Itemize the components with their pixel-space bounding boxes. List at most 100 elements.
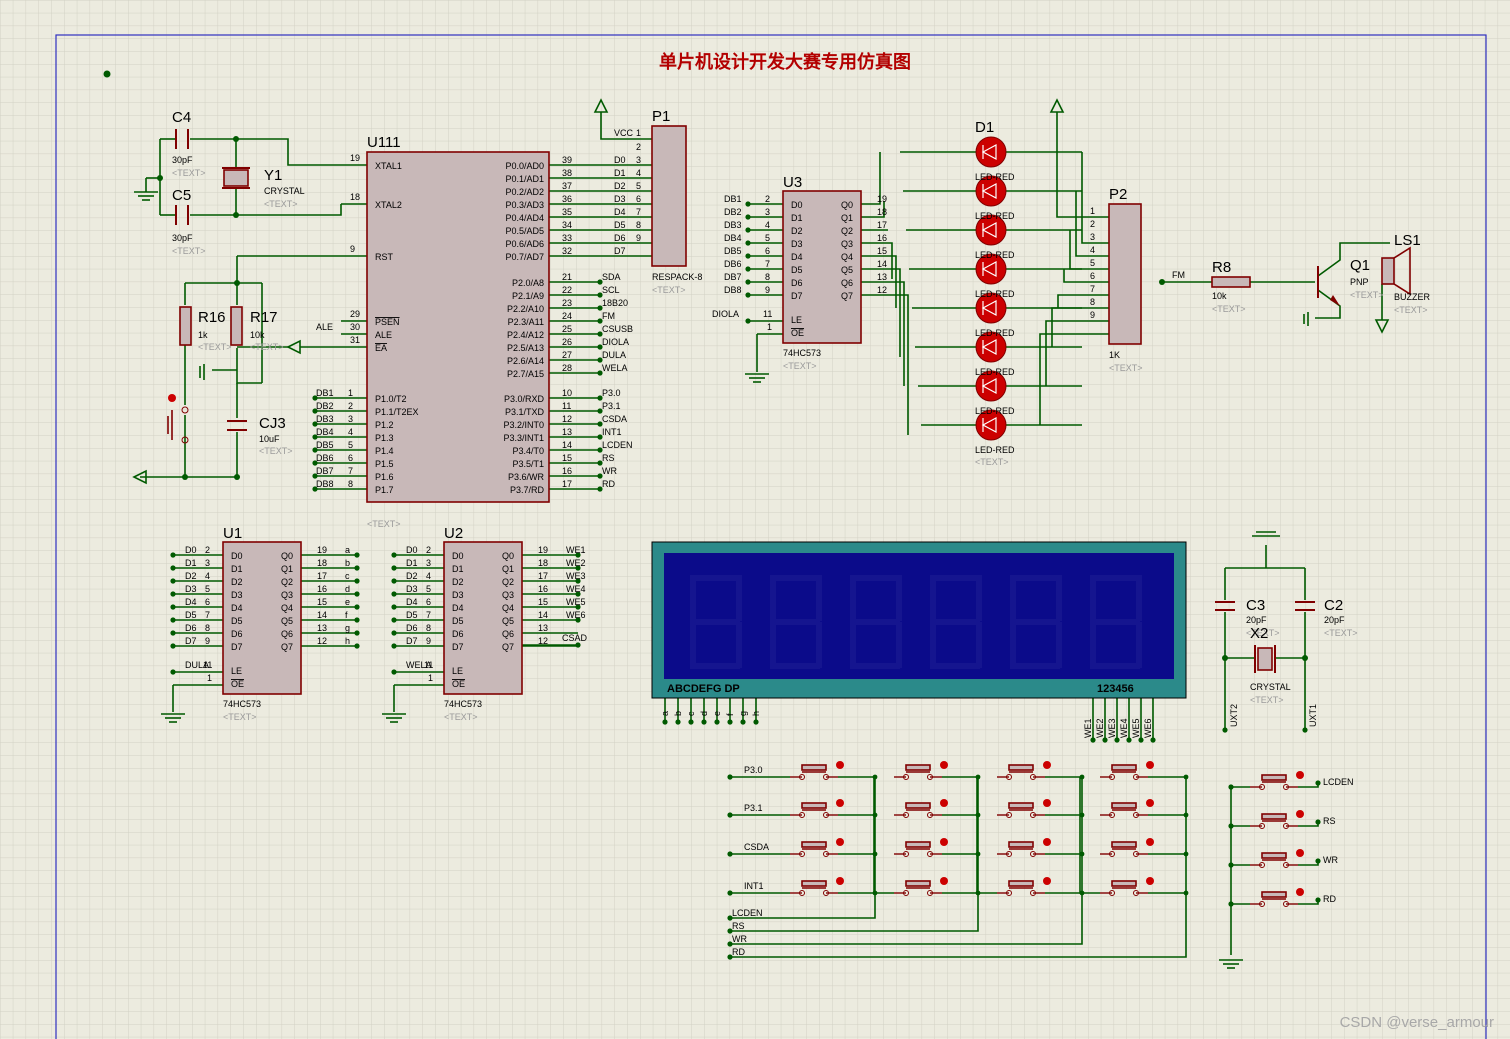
junction [1222,727,1228,733]
net-label: DIOLA [602,337,629,347]
led-value: LED-RED [975,328,1015,338]
p1-pin-num: 2 [636,142,641,152]
digit-segment [770,575,776,621]
latch-pin-num: 6 [205,597,210,607]
junction [1079,890,1085,896]
junction [745,240,751,246]
latch-pin-num: 2 [205,545,210,555]
junction [354,591,360,597]
mcu-pin-num: 38 [562,168,572,178]
junction [975,812,981,818]
latch-pin-name: Q6 [841,278,853,288]
side-key-label: RS [1323,816,1336,826]
latch-oe: OE [791,328,804,338]
c4-value: 30pF [172,155,193,165]
text-placeholder: <TEXT> [1212,304,1246,314]
junction [727,774,733,780]
digit-segment [850,575,900,581]
latch-pin-num: 2 [765,194,770,204]
latch-pin-num: 14 [538,610,548,620]
latch-le: LE [452,666,463,676]
text-placeholder: <TEXT> [198,342,232,352]
led-value: LED-RED [975,172,1015,182]
p2-pin-num: 8 [1090,297,1095,307]
cj3-ref: CJ3 [259,415,286,432]
junction [157,175,163,181]
mcu-pin-num: 19 [350,153,360,163]
display-seg-pin: h [751,711,761,716]
digit-segment [1090,619,1140,625]
r17-value: 10k [250,330,265,340]
mcu-pin-name: P0.4/AD4 [505,213,544,223]
y1-ref: Y1 [264,167,282,184]
net-label: WE6 [566,610,586,620]
junction [170,617,176,623]
mcu-pin-num: 1 [348,388,353,398]
junction [1222,655,1228,661]
latch-pin-name: Q3 [281,590,293,600]
net-label: P3.0 [602,388,621,398]
digit-segment [690,663,740,669]
mcu-pin-num: 39 [562,155,572,165]
net-label: D7 [614,246,626,256]
net-label: D5 [614,220,626,230]
digit-segment [1136,575,1142,621]
latch-pin-num: 17 [538,571,548,581]
mcu-pin-num: 18 [350,192,360,202]
junction [1228,901,1234,907]
latch-pin-name: Q2 [841,226,853,236]
latch-pin-num: 4 [205,571,210,581]
latch-u1-ref: U1 [223,525,242,542]
junction [575,642,581,648]
net-label: DULA [602,350,626,360]
mcu-pin-num: 10 [562,388,572,398]
net-label: c [345,571,350,581]
junction [233,136,239,142]
keypad-col-label: LCDEN [732,908,763,918]
junction [354,552,360,558]
latch-pin-num: 18 [877,207,887,217]
mcu-pin-name: P1.3 [375,433,394,443]
junction [234,280,240,286]
p1-pin-num: 4 [636,168,641,178]
net-label: DB8 [724,285,742,295]
junction [1302,655,1308,661]
display-digit-label: 123456 [1097,683,1134,695]
latch-pin-name: Q0 [841,200,853,210]
latch-pin-name: D2 [791,226,803,236]
c2-value: 20pF [1324,615,1345,625]
latch-pin-num: 1 [428,673,433,683]
digit-segment [930,622,936,668]
p1-value: RESPACK-8 [652,272,702,282]
mcu-pin-num: 27 [562,350,572,360]
mcu-pin-num: 26 [562,337,572,347]
latch-pin-num: 12 [877,285,887,295]
net-label: FM [602,311,615,321]
latch-pin-name: Q1 [841,213,853,223]
key-indicator [1043,761,1051,769]
watermark: CSDN @verse_armour [1340,1014,1494,1031]
junction [1228,823,1234,829]
key-indicator [836,838,844,846]
net-label: RD [602,479,615,489]
digit-segment [690,575,740,581]
display-digit-pin: WE5 [1131,718,1141,738]
text-placeholder: <TEXT> [259,446,293,456]
mcu-pin-num: 35 [562,207,572,217]
p1-pin-num: 3 [636,155,641,165]
led-value: LED-RED [975,250,1015,260]
latch-pin-name: Q7 [281,642,293,652]
net-label: DB3 [724,220,742,230]
net-label: CSUSB [602,324,633,334]
key-cap [1261,774,1287,781]
latch-pin-name: Q3 [502,590,514,600]
net-label: DB6 [724,259,742,269]
key-indicator [1146,838,1154,846]
latch-pin-name: D5 [231,616,243,626]
net-label: P3.1 [602,401,621,411]
latch-pin-name: Q4 [281,603,293,613]
net-label: DB8 [316,479,334,489]
junction [727,812,733,818]
mcu-pin-num: 34 [562,220,572,230]
junction [391,552,397,558]
